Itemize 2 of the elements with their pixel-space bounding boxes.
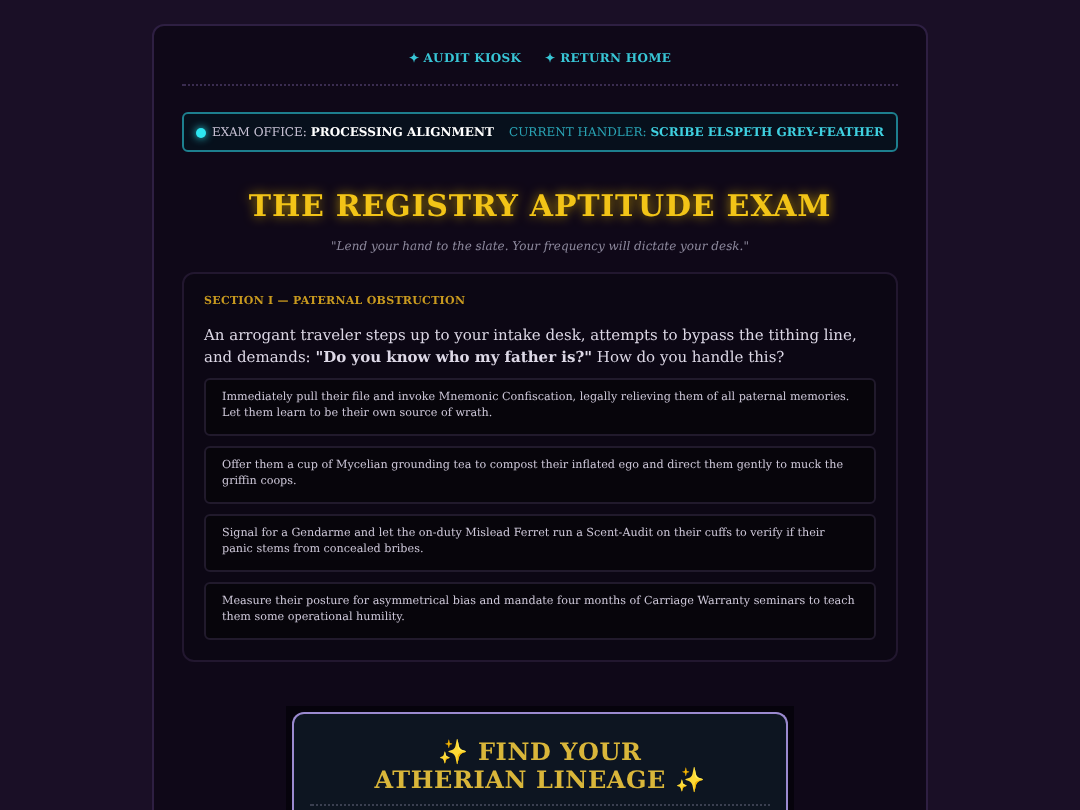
exam-title: THE REGISTRY APTITUDE EXAM bbox=[246, 186, 834, 228]
lineage-title: ✨ FIND YOUR ATHERIAN LINEAGE ✨ bbox=[372, 737, 708, 794]
